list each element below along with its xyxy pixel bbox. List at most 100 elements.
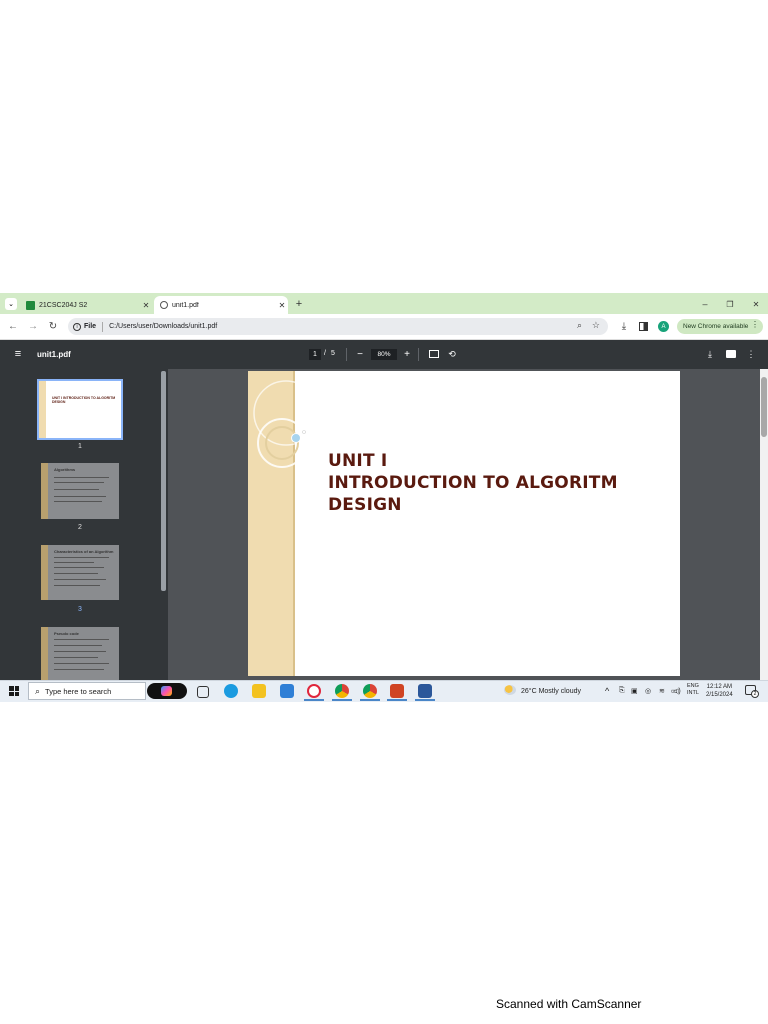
menu-kebab-icon[interactable]: ⋮ bbox=[751, 320, 759, 329]
clock-time: 12:12 AM bbox=[706, 684, 733, 690]
edge-browser-icon[interactable] bbox=[224, 684, 238, 698]
thumbnail-title: UNIT I INTRODUCTION TO ALGORITM DESIGN bbox=[52, 396, 116, 404]
keyboard-layout: INTL bbox=[687, 690, 699, 696]
thumbnail-text-line bbox=[54, 585, 100, 586]
omnibox-divider bbox=[102, 321, 104, 332]
page-title-line-3: DESIGN bbox=[328, 495, 402, 515]
omnibox[interactable]: i File C:/Users/user/Downloads/unit1.pdf… bbox=[68, 318, 608, 335]
notification-icon[interactable]: 2 bbox=[745, 685, 759, 698]
info-icon[interactable]: i bbox=[73, 322, 81, 331]
weather-text[interactable]: 26°C Mostly cloudy bbox=[521, 688, 581, 695]
thumbnail-number: 3 bbox=[78, 606, 82, 613]
globe-favicon-icon bbox=[160, 301, 168, 309]
minimize-icon[interactable]: – bbox=[698, 297, 712, 311]
thumbnail-text-line bbox=[54, 482, 104, 483]
thumbnail-text-line bbox=[54, 496, 106, 497]
close-window-icon[interactable]: ✕ bbox=[749, 297, 763, 311]
language-code: ENG bbox=[687, 683, 699, 689]
zoom-level-input[interactable]: 80% bbox=[371, 349, 397, 360]
windows-taskbar: ⌕ Type here to search 26°C Mostly cloudy… bbox=[0, 680, 768, 702]
thumbnail-text-line bbox=[54, 562, 94, 563]
thumbnail-sidebar: UNIT I INTRODUCTION TO ALGORITM DESIGN 1… bbox=[0, 369, 168, 680]
thumbnail-strip bbox=[41, 463, 48, 519]
wifi-icon[interactable]: ≋ bbox=[659, 687, 665, 695]
chrome-profile-icon[interactable] bbox=[363, 684, 377, 698]
running-indicator bbox=[304, 699, 324, 701]
thumbnail-strip bbox=[41, 545, 48, 600]
thumbnail-text-line bbox=[54, 557, 109, 558]
print-icon[interactable] bbox=[726, 350, 736, 358]
clock[interactable]: 12:12 AM 2/15/2024 bbox=[706, 683, 733, 699]
task-view-icon[interactable] bbox=[197, 686, 209, 698]
windows-start-icon[interactable] bbox=[9, 686, 19, 696]
thumbnail-text-line bbox=[54, 663, 109, 664]
thumbnail-text-line bbox=[54, 639, 109, 640]
bookmark-star-icon[interactable]: ☆ bbox=[592, 320, 600, 331]
show-hidden-icons-chevron-icon[interactable]: ^ bbox=[605, 686, 609, 696]
tab-21csc204j[interactable]: 21CSC204J S2 ✕ bbox=[22, 296, 152, 314]
chrome-browser-icon[interactable] bbox=[335, 684, 349, 698]
thumbnail-text-line bbox=[54, 477, 109, 478]
thumbnail-text-line bbox=[54, 573, 98, 574]
opera-browser-icon[interactable] bbox=[307, 684, 321, 698]
taskbar-search-box[interactable]: ⌕ Type here to search bbox=[28, 682, 146, 700]
input-language-indicator[interactable]: ENG INTL bbox=[687, 683, 699, 697]
tab-close-icon[interactable]: ✕ bbox=[140, 301, 152, 310]
thumbnail-page-3[interactable]: Characteristics of an Algorithm bbox=[41, 545, 119, 600]
weather-cloud-sun-icon[interactable] bbox=[504, 685, 516, 695]
forward-arrow-icon[interactable]: → bbox=[26, 319, 40, 333]
new-chrome-label: New Chrome available bbox=[683, 323, 749, 330]
download-icon[interactable]: ⤓ bbox=[617, 319, 631, 333]
fit-to-page-icon[interactable] bbox=[429, 350, 439, 358]
word-icon[interactable] bbox=[418, 684, 432, 698]
side-panel-icon[interactable] bbox=[639, 322, 648, 331]
tray-app-icon[interactable]: ⎘ bbox=[619, 687, 625, 695]
volume-icon[interactable]: ◁) bbox=[673, 687, 681, 695]
url-scheme-chip[interactable]: File bbox=[84, 323, 96, 330]
reload-icon[interactable]: ↻ bbox=[46, 319, 60, 333]
page-separator: / bbox=[324, 350, 326, 357]
restore-icon[interactable]: ❐ bbox=[723, 297, 737, 311]
tab-search-icon[interactable]: ⌄ bbox=[5, 298, 17, 310]
thumbnail-title: Characteristics of an Algorithm bbox=[54, 549, 114, 554]
tab-label: 21CSC204J S2 bbox=[39, 301, 88, 309]
new-chrome-available-button[interactable]: New Chrome available ⋮ bbox=[677, 319, 763, 334]
zoom-magnifier-icon[interactable]: ⌕ bbox=[577, 320, 582, 331]
search-icon: ⌕ bbox=[35, 685, 41, 696]
download-pdf-icon[interactable]: ⤓ bbox=[704, 348, 716, 360]
thumbnail-page-2[interactable]: Algorithms bbox=[41, 463, 119, 519]
tab-strip: ⌄ 21CSC204J S2 ✕ unit1.pdf ✕ + – ❐ ✕ bbox=[0, 293, 768, 314]
powerpoint-icon[interactable] bbox=[390, 684, 404, 698]
thumbnail-text-line bbox=[54, 567, 104, 568]
thumbnail-page-4[interactable]: Pseudo code bbox=[41, 627, 119, 680]
copilot-button[interactable] bbox=[147, 683, 187, 699]
pdf-toolbar: ≡ unit1.pdf 1 / 5 − 80% + ⟲ ⤓ ⋮ bbox=[0, 340, 768, 369]
thumbnail-page-1[interactable]: UNIT I INTRODUCTION TO ALGORITM DESIGN bbox=[37, 379, 123, 440]
address-toolbar: ← → ↻ i File C:/Users/user/Downloads/uni… bbox=[0, 314, 768, 340]
url-text[interactable]: C:/Users/user/Downloads/unit1.pdf bbox=[109, 323, 217, 330]
mail-icon[interactable] bbox=[280, 684, 294, 698]
hamburger-menu-icon[interactable]: ≡ bbox=[11, 347, 25, 361]
page-number-input[interactable]: 1 bbox=[309, 349, 321, 360]
tab-unit1-pdf[interactable]: unit1.pdf ✕ bbox=[154, 296, 288, 314]
pdf-page-1[interactable]: UNIT I INTRODUCTION TO ALGORITM DESIGN bbox=[248, 371, 680, 676]
tab-close-icon[interactable]: ✕ bbox=[276, 301, 288, 310]
tray-display-icon[interactable]: ▣ bbox=[631, 687, 638, 695]
back-arrow-icon[interactable]: ← bbox=[6, 319, 20, 333]
pdf-filename: unit1.pdf bbox=[37, 350, 71, 359]
running-indicator bbox=[415, 699, 435, 701]
thumbnail-text-line bbox=[54, 669, 104, 670]
thumbnail-text-line bbox=[54, 645, 102, 646]
sidebar-scrollbar[interactable] bbox=[161, 371, 166, 591]
tray-camera-icon[interactable]: ◎ bbox=[645, 687, 651, 695]
more-actions-icon[interactable]: ⋮ bbox=[745, 348, 757, 360]
thumbnail-text-line bbox=[54, 579, 106, 580]
zoom-in-icon[interactable]: + bbox=[401, 348, 413, 360]
rotate-icon[interactable]: ⟲ bbox=[446, 348, 458, 360]
file-explorer-icon[interactable] bbox=[252, 684, 266, 698]
thumbnail-text-line bbox=[54, 501, 102, 502]
viewer-scrollbar-thumb[interactable] bbox=[761, 377, 767, 437]
zoom-out-icon[interactable]: − bbox=[354, 348, 366, 360]
new-tab-plus-icon[interactable]: + bbox=[292, 297, 306, 311]
profile-avatar[interactable]: A bbox=[658, 321, 669, 332]
